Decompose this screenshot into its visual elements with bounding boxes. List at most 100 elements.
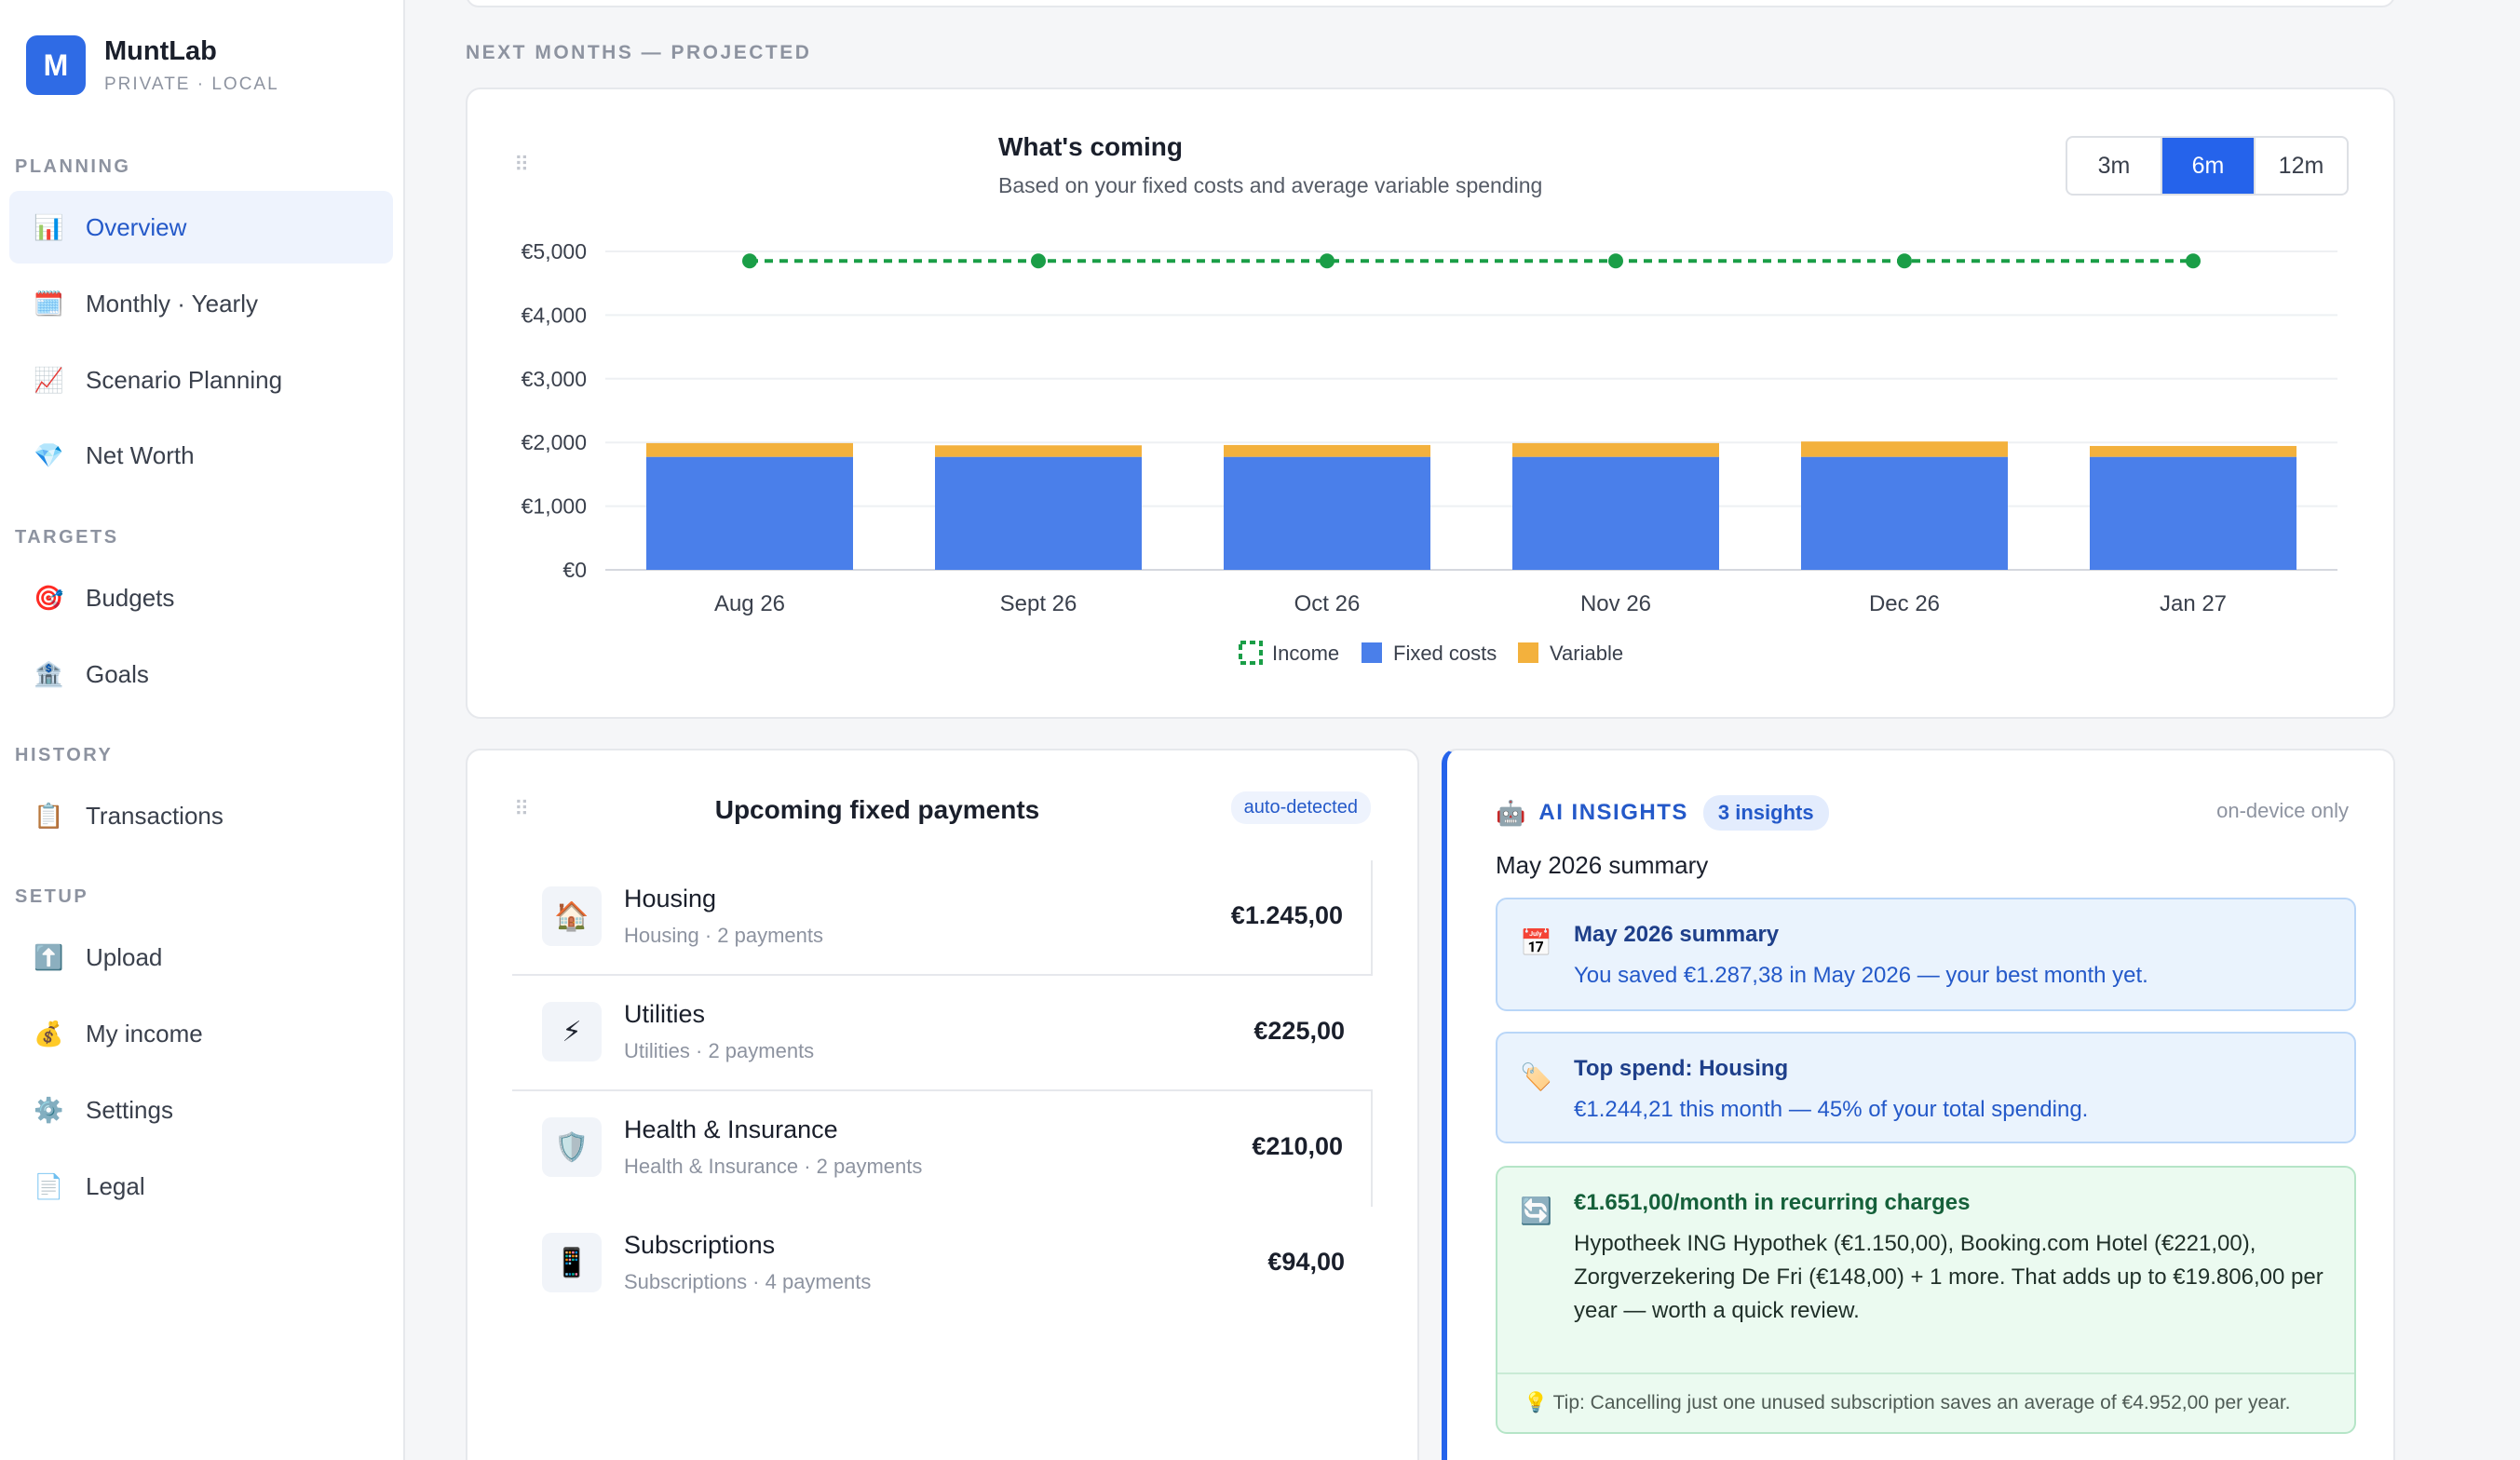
section-title: NEXT MONTHS — PROJECTED (466, 42, 812, 63)
sidebar-item-label: Goals (86, 659, 149, 688)
fixed-payments-card: ⠿ Upcoming fixed payments auto-detected … (466, 749, 1419, 1460)
income-point[interactable] (1320, 253, 1335, 269)
payment-row-subscriptions[interactable]: 📱 Subscriptions Subscriptions · 4 payments… (512, 1207, 1373, 1322)
nav-section-targets: TARGETS (15, 527, 119, 548)
app-logo: M (26, 35, 86, 95)
sidebar-item-label: My income (86, 1019, 203, 1048)
sidebar-item-settings[interactable]: ⚙️ Settings (9, 1074, 393, 1146)
bar-fixed-costs[interactable] (646, 456, 853, 570)
my-income-icon: 💰 (34, 1019, 64, 1048)
ai-insights-label: AI INSIGHTS (1538, 800, 1688, 825)
payment-row-housing[interactable]: 🏠 Housing Housing · 2 payments €1.245,00 (512, 860, 1373, 976)
transactions-icon: 📋 (34, 801, 64, 830)
budgets-icon: 🎯 (34, 583, 64, 612)
bar-fixed-costs[interactable] (1512, 456, 1719, 570)
y-tick-label: €2,000 (522, 430, 587, 454)
bar-variable[interactable] (935, 445, 1142, 457)
housing-icon: 🏠 (542, 886, 602, 946)
sidebar-item-label: Legal (86, 1171, 145, 1200)
app-subtitle: PRIVATE · LOCAL (104, 74, 279, 94)
utilities-icon: ⚡ (542, 1002, 602, 1061)
sidebar-item-monthly-yearly[interactable]: 🗓️ Monthly · Yearly (9, 267, 393, 340)
legend-label-variable[interactable]: Variable (1550, 642, 1623, 665)
x-tick-label: Jan 27 (2160, 591, 2227, 616)
projection-chart: €0 €1,000 €2,000 €3,000 €4,000 €5,000 Aug 26 Se… (522, 239, 2337, 665)
settings-icon: ⚙️ (34, 1095, 64, 1124)
subscriptions-icon: 📱 (542, 1233, 602, 1292)
payment-row-health-insurance[interactable]: 🛡️ Health & Insurance Health & Insurance ·… (512, 1091, 1373, 1207)
chart-legend: Income Fixed costs Variable (1239, 641, 1623, 665)
y-tick-label: €4,000 (522, 303, 587, 327)
upload-icon: ⬆️ (34, 942, 64, 971)
insight-body: €1.244,21 this month — 45% of your total… (1574, 1097, 2089, 1122)
y-tick-label: €0 (562, 558, 587, 582)
calendar-icon: 📅 (1520, 928, 1552, 957)
sidebar-item-upload[interactable]: ⬆️ Upload (9, 921, 393, 994)
x-tick-label: Nov 26 (1580, 591, 1651, 616)
bar-variable[interactable] (1801, 441, 2008, 457)
income-point[interactable] (742, 253, 757, 269)
sidebar-item-label: Settings (86, 1095, 173, 1124)
legal-icon: 📄 (34, 1171, 64, 1200)
brand[interactable]: M MuntLab PRIVATE · LOCAL (26, 35, 279, 95)
sidebar-item-label: Overview (86, 212, 187, 241)
sidebar-item-label: Budgets (86, 583, 175, 612)
app-name: MuntLab (104, 35, 217, 66)
bar-variable[interactable] (1512, 442, 1719, 457)
sidebar-item-transactions[interactable]: 📋 Transactions (9, 779, 393, 852)
x-tick-label: Oct 26 (1294, 591, 1361, 616)
insight-card[interactable]: 🏷️ Top spend: Housing €1.244,21 this month… (1496, 1032, 2356, 1143)
monthly-yearly-icon: 🗓️ (34, 289, 64, 318)
legend-label-income[interactable]: Income (1272, 642, 1339, 665)
bar-fixed-costs[interactable] (1224, 456, 1430, 570)
bar-fixed-costs[interactable] (1801, 456, 2008, 570)
tag-icon: 🏷️ (1520, 1062, 1552, 1091)
legend-swatch-variable (1518, 642, 1538, 663)
payment-meta: Housing · 2 payments (624, 924, 823, 947)
sidebar-item-label: Monthly · Yearly (86, 289, 258, 318)
insight-title: May 2026 summary (1574, 922, 1780, 947)
payment-amount: €210,00 (1252, 1132, 1343, 1160)
insight-card[interactable]: 🔄 €1.651,00/month in recurring charges Hyp… (1496, 1166, 2356, 1434)
legend-swatch-income (1239, 641, 1263, 665)
payment-name: Utilities (624, 1000, 706, 1028)
sidebar-item-legal[interactable]: 📄 Legal (9, 1150, 393, 1223)
sidebar-item-label: Transactions (86, 801, 224, 830)
bar-fixed-costs[interactable] (935, 456, 1142, 570)
sidebar-item-budgets[interactable]: 🎯 Budgets (9, 561, 393, 634)
payment-meta: Utilities · 2 payments (624, 1039, 815, 1062)
legend-label-fixed-costs[interactable]: Fixed costs (1393, 642, 1497, 665)
recurring-icon: 🔄 (1520, 1196, 1552, 1225)
bar-variable[interactable] (1224, 444, 1430, 457)
x-tick-label: Dec 26 (1869, 591, 1940, 616)
insight-card[interactable]: 📅 May 2026 summary You saved €1.287,38 in … (1496, 898, 2356, 1011)
payment-row-utilities[interactable]: ⚡ Utilities Utilities · 2 payments €225,00 (512, 976, 1373, 1091)
insight-title: €1.651,00/month in recurring charges (1574, 1190, 1971, 1215)
sidebar-item-net-worth[interactable]: 💎 Net Worth (9, 419, 393, 492)
on-device-note: on-device only (2216, 799, 2349, 822)
income-point[interactable] (1897, 253, 1912, 269)
insights-count-badge: 3 insights (1702, 795, 1829, 831)
nav-section-setup: SETUP (15, 886, 89, 907)
payment-name: Housing (624, 885, 717, 912)
bar-variable[interactable] (646, 442, 853, 457)
insight-tip: 💡 Tip: Cancelling just one unused subscr… (1497, 1372, 2354, 1432)
sidebar-item-goals[interactable]: 🏦 Goals (9, 638, 393, 710)
payment-amount: €1.245,00 (1230, 901, 1343, 929)
goals-icon: 🏦 (34, 659, 64, 688)
y-tick-label: €3,000 (522, 367, 587, 391)
insight-body: You saved €1.287,38 in May 2026 — your b… (1574, 963, 2148, 988)
legend-swatch-fixed-costs (1362, 642, 1382, 663)
income-point[interactable] (2186, 253, 2201, 269)
sidebar-item-label: Net Worth (86, 440, 195, 469)
income-point[interactable] (1031, 253, 1046, 269)
sidebar-item-overview[interactable]: 📊 Overview (9, 191, 393, 264)
scenario-planning-icon: 📈 (34, 365, 64, 394)
sidebar-item-my-income[interactable]: 💰 My income (9, 997, 393, 1070)
bar-fixed-costs[interactable] (2090, 456, 2296, 570)
y-tick-label: €5,000 (522, 239, 587, 264)
projection-chart-card: ⠿ What's coming Based on your fixed cost… (466, 88, 2395, 719)
sidebar-item-scenario-planning[interactable]: 📈 Scenario Planning (9, 344, 393, 416)
bar-variable[interactable] (2090, 445, 2296, 457)
income-point[interactable] (1608, 253, 1623, 269)
